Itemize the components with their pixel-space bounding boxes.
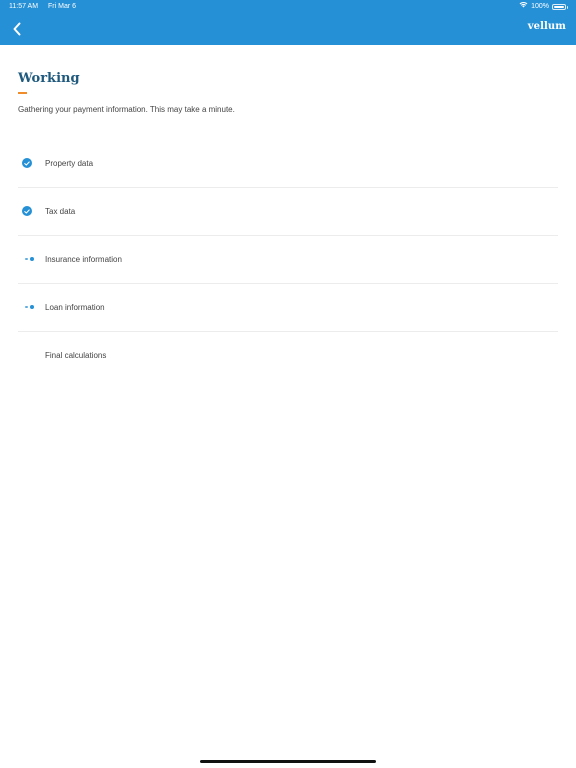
loading-dots-icon	[25, 257, 34, 261]
step-property-data: Property data	[18, 140, 558, 188]
status-time: 11:57 AM	[9, 3, 39, 10]
step-list: Property data Tax data Insurance informa…	[18, 140, 558, 379]
page-title: Working	[18, 71, 80, 86]
app-header: 11:57 AM Fri Mar 6 100% vellum	[0, 0, 576, 45]
step-label: Tax data	[45, 206, 76, 216]
loading-dots-icon	[25, 305, 34, 309]
title-underline	[18, 92, 27, 94]
battery-percent: 100%	[531, 3, 549, 10]
status-bar: 11:57 AM Fri Mar 6 100%	[0, 0, 576, 14]
chevron-left-icon	[13, 22, 21, 36]
nav-bar: vellum	[0, 14, 576, 45]
wifi-icon	[519, 0, 528, 14]
step-label: Loan information	[45, 302, 105, 312]
status-date: Fri Mar 6	[48, 3, 77, 10]
step-insurance-information: Insurance information	[18, 236, 558, 284]
step-final-calculations: Final calculations	[18, 332, 558, 379]
step-label: Insurance information	[45, 254, 122, 264]
home-indicator[interactable]	[200, 760, 376, 763]
brand-logo: vellum	[527, 21, 566, 32]
back-button[interactable]	[8, 20, 26, 38]
battery-icon	[552, 4, 568, 10]
step-tax-data: Tax data	[18, 188, 558, 236]
check-circle-icon	[22, 206, 32, 216]
main-content: Working Gathering your payment informati…	[18, 70, 558, 379]
step-loan-information: Loan information	[18, 284, 558, 332]
step-label: Final calculations	[45, 350, 107, 360]
step-label: Property data	[45, 158, 94, 168]
status-left: 11:57 AM Fri Mar 6	[9, 0, 84, 14]
check-circle-icon	[22, 158, 32, 168]
status-right: 100%	[519, 0, 568, 14]
page-subtitle: Gathering your payment information. This…	[18, 104, 235, 114]
